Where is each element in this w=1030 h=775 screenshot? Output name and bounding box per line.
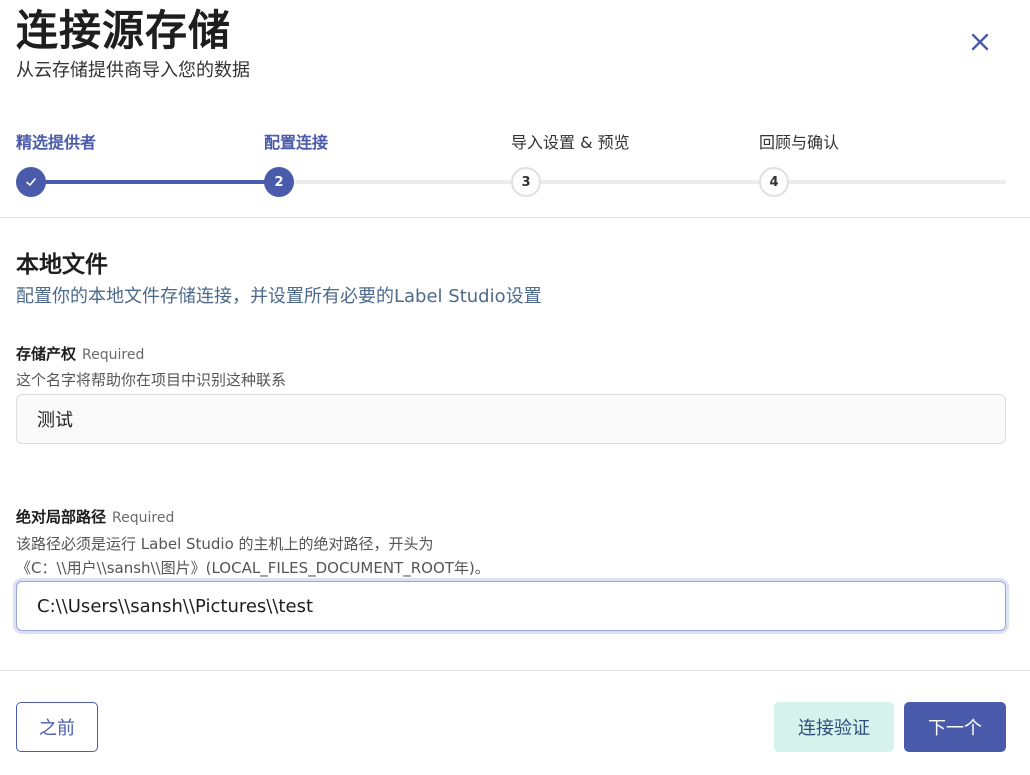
- step-label-configure: 配置连接: [264, 133, 329, 152]
- step-2-indicator: 2: [264, 167, 294, 197]
- stepper-track-complete: [30, 180, 280, 184]
- page-title: 连接源存储: [16, 6, 232, 55]
- header-divider: [0, 217, 1030, 218]
- storage-title-help: 这个名字将帮助你在项目中识别这种联系: [16, 371, 287, 389]
- close-button[interactable]: [964, 26, 996, 58]
- local-path-input[interactable]: [16, 581, 1006, 631]
- step-label-provider: 精选提供者: [16, 133, 97, 152]
- section-title: 本地文件: [16, 252, 108, 278]
- stepper-track-remaining: [280, 180, 1006, 184]
- step-label-import-settings: 导入设置 & 预览: [511, 133, 630, 152]
- local-path-label: 绝对局部路径 Required: [16, 506, 174, 529]
- step-label-review: 回顾与确认: [759, 133, 840, 152]
- local-path-help-line-1: 该路径必须是运行 Label Studio 的主机上的绝对路径，开头为: [16, 535, 434, 553]
- close-icon: [971, 33, 989, 51]
- check-icon: [26, 178, 36, 186]
- verify-connection-button[interactable]: 连接验证: [774, 702, 894, 752]
- local-path-help-line-2: 《C：\\用户\\sansh\\图片》(LOCAL_FILES_DOCUMENT…: [16, 559, 490, 577]
- step-1-indicator: [16, 167, 46, 197]
- back-button[interactable]: 之前: [16, 702, 98, 752]
- step-4-indicator: 4: [759, 167, 789, 197]
- storage-title-label: 存储产权 Required: [16, 343, 144, 366]
- stepper: 精选提供者 配置连接 2 导入设置 & 预览 3 回顾与确认 4: [0, 128, 1030, 208]
- required-badge: Required: [112, 510, 175, 526]
- section-description: 配置你的本地文件存储连接，并设置所有必要的Label Studio设置: [16, 286, 542, 307]
- next-button[interactable]: 下一个: [904, 702, 1006, 752]
- step-3-indicator: 3: [511, 167, 541, 197]
- page-subtitle: 从云存储提供商导入您的数据: [16, 60, 250, 81]
- storage-title-input[interactable]: [16, 394, 1006, 444]
- footer-divider: [0, 670, 1030, 671]
- required-badge: Required: [82, 347, 145, 363]
- local-path-label-text: 绝对局部路径: [16, 508, 107, 526]
- storage-title-label-text: 存储产权: [16, 345, 77, 363]
